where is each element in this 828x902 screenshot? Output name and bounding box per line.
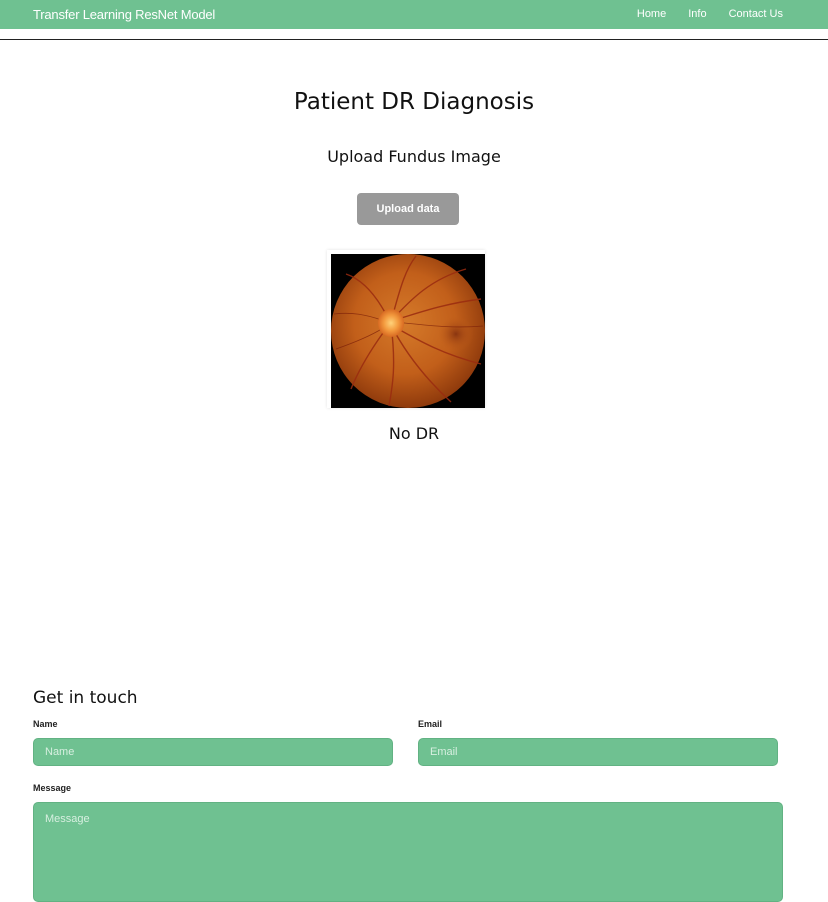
navbar: Transfer Learning ResNet Model Home Info… bbox=[0, 0, 828, 29]
upload-subtitle: Upload Fundus Image bbox=[327, 147, 501, 166]
nav-link-contact-us[interactable]: Contact Us bbox=[729, 8, 783, 20]
nav-link-home[interactable]: Home bbox=[637, 8, 666, 20]
message-label: Message bbox=[33, 783, 72, 793]
header-divider bbox=[0, 39, 828, 40]
nav-link-info[interactable]: Info bbox=[688, 8, 706, 20]
email-label: Email bbox=[418, 719, 443, 729]
brand-title[interactable]: Transfer Learning ResNet Model bbox=[33, 7, 215, 22]
diagnosis-result: No DR bbox=[388, 424, 440, 443]
upload-data-button[interactable]: Upload data bbox=[357, 193, 459, 225]
name-input[interactable] bbox=[33, 738, 393, 766]
message-textarea[interactable] bbox=[33, 802, 783, 902]
name-label: Name bbox=[33, 719, 58, 729]
fundus-image bbox=[327, 250, 485, 408]
contact-heading: Get in touch bbox=[33, 688, 138, 708]
email-input[interactable] bbox=[418, 738, 778, 766]
page-title: Patient DR Diagnosis bbox=[293, 89, 535, 115]
fundus-image-graphic bbox=[331, 254, 485, 408]
nav-links: Home Info Contact Us bbox=[637, 8, 783, 20]
